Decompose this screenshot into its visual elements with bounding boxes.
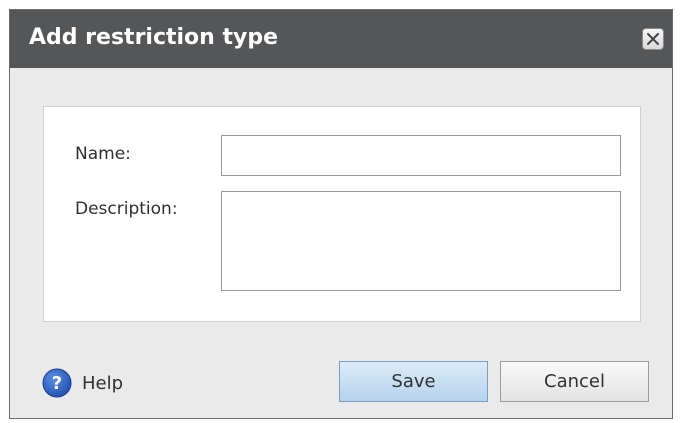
name-field[interactable] <box>221 135 621 176</box>
dialog-title: Add restriction type <box>29 25 279 50</box>
svg-text:?: ? <box>52 373 62 394</box>
description-label: Description: <box>75 199 178 219</box>
close-icon <box>647 33 659 45</box>
save-button[interactable]: Save <box>339 361 488 402</box>
close-button[interactable] <box>642 28 664 50</box>
help-link[interactable]: ? Help <box>42 368 123 398</box>
form-panel: Name: Description: <box>43 106 641 322</box>
help-icon: ? <box>42 368 72 398</box>
cancel-button[interactable]: Cancel <box>500 361 649 402</box>
add-restriction-type-dialog: Add restriction type Name: Description: … <box>9 9 673 419</box>
name-label: Name: <box>75 144 131 164</box>
description-field[interactable] <box>221 191 621 291</box>
dialog-titlebar: Add restriction type <box>10 10 672 68</box>
help-label: Help <box>82 372 124 394</box>
